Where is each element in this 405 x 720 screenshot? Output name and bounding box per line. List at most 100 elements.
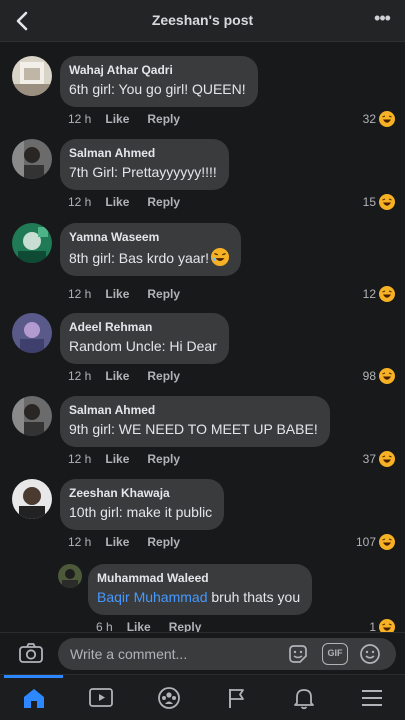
flag-icon xyxy=(228,689,244,708)
avatar[interactable] xyxy=(12,313,52,353)
reaction-count[interactable]: 98 xyxy=(363,368,395,384)
reaction-count[interactable]: 15 xyxy=(363,194,395,210)
like-button[interactable]: Like xyxy=(105,195,129,209)
haha-emoji-icon xyxy=(379,111,395,127)
avatar[interactable] xyxy=(12,479,52,519)
emoji-icon[interactable] xyxy=(358,642,382,666)
reaction-count[interactable]: 107 xyxy=(356,534,395,550)
reply-button[interactable]: Reply xyxy=(147,452,180,466)
avatar[interactable] xyxy=(12,396,52,436)
hamburger-menu-icon xyxy=(361,690,382,706)
comment-composer: GIF xyxy=(0,632,405,674)
nav-groups[interactable] xyxy=(135,675,202,720)
comment-bubble[interactable]: Yamna Waseem 8th girl: Bas krdo yaar! xyxy=(60,223,242,276)
haha-emoji-icon xyxy=(379,619,395,632)
gif-icon[interactable]: GIF xyxy=(322,643,348,665)
reaction-count-value: 98 xyxy=(362,369,376,383)
comment-time: 12 h xyxy=(68,369,92,383)
reply-button[interactable]: Reply xyxy=(169,620,202,632)
comment-actions: 12 h Like Reply xyxy=(68,112,198,126)
page-title: Zeeshan's post xyxy=(151,12,254,28)
home-icon xyxy=(23,689,44,708)
comment-actions: 12 h Like Reply xyxy=(68,535,198,549)
mention-link[interactable]: Baqir Muhammad xyxy=(97,589,208,605)
comment-list: Wahaj Athar Qadri 6th girl: You go girl!… xyxy=(0,42,405,632)
like-button[interactable]: Like xyxy=(105,369,129,383)
reaction-count-value: 12 xyxy=(362,287,376,301)
reaction-count[interactable]: 32 xyxy=(363,111,395,127)
haha-emoji-icon xyxy=(379,534,395,550)
comment-actions: 12 h Like Reply xyxy=(68,369,198,383)
comment-actions: 12 h Like Reply xyxy=(68,287,198,301)
comment-time: 12 h xyxy=(68,452,92,466)
comment-time: 12 h xyxy=(68,112,92,126)
haha-emoji-icon xyxy=(379,451,395,467)
reply-time: 6 h xyxy=(96,620,113,632)
comment-time: 12 h xyxy=(68,287,92,301)
avatar[interactable] xyxy=(58,564,82,588)
comment-author[interactable]: Wahaj Athar Qadri xyxy=(69,63,246,77)
comment-author[interactable]: Salman Ahmed xyxy=(69,146,217,160)
comment-text: 9th girl: WE NEED TO MEET UP BABE! xyxy=(69,421,318,437)
reply-button[interactable]: Reply xyxy=(147,535,180,549)
comment-text: Random Uncle: Hi Dear xyxy=(69,338,217,354)
comment-input[interactable] xyxy=(70,638,270,670)
reaction-count-value: 32 xyxy=(362,112,376,126)
comment-author[interactable]: Zeeshan Khawaja xyxy=(69,486,212,500)
comment-text: 6th girl: You go girl! QUEEN! xyxy=(69,81,246,97)
more-options-icon[interactable]: ••• xyxy=(369,9,395,30)
comment-text: 10th girl: make it public xyxy=(69,504,213,520)
header-bar: Zeeshan's post ••• xyxy=(0,0,405,42)
nav-watch[interactable] xyxy=(67,675,134,720)
reaction-count[interactable]: 12 xyxy=(363,286,395,302)
comment-bubble[interactable]: Salman Ahmed 7th Girl: Prettayyyyyy!!!! xyxy=(60,139,229,190)
reply-actions: 6 h Like Reply xyxy=(96,620,219,632)
nav-home[interactable] xyxy=(0,675,67,720)
reply-bubble[interactable]: Muhammad Waleed Baqir Muhammad bruh that… xyxy=(88,564,313,615)
reply-text: bruh thats you xyxy=(207,589,301,605)
like-button[interactable]: Like xyxy=(127,620,151,632)
video-icon xyxy=(88,688,113,707)
nav-pages[interactable] xyxy=(202,675,269,720)
reply-button[interactable]: Reply xyxy=(147,287,180,301)
comment-text-line: 8th girl: Bas krdo yaar! xyxy=(69,248,230,266)
reply-author[interactable]: Muhammad Waleed xyxy=(97,571,300,585)
comment-text: 8th girl: Bas krdo yaar! xyxy=(69,250,210,266)
comment-bubble[interactable]: Wahaj Athar Qadri 6th girl: You go girl!… xyxy=(60,56,258,107)
avatar[interactable] xyxy=(12,223,52,263)
reaction-count-value: 15 xyxy=(362,195,376,209)
reply-button[interactable]: Reply xyxy=(147,369,180,383)
nav-menu[interactable] xyxy=(338,675,405,720)
reply-button[interactable]: Reply xyxy=(147,195,180,209)
comment-author[interactable]: Yamna Waseem xyxy=(69,230,229,244)
reaction-count[interactable]: 1 xyxy=(369,619,395,632)
camera-icon[interactable] xyxy=(18,641,44,665)
groups-icon xyxy=(157,687,180,709)
comment-input-pill[interactable]: GIF xyxy=(58,638,396,670)
like-button[interactable]: Like xyxy=(105,287,129,301)
reaction-count[interactable]: 37 xyxy=(363,451,395,467)
reply-button[interactable]: Reply xyxy=(147,112,180,126)
like-button[interactable]: Like xyxy=(105,535,129,549)
laughing-emoji-icon xyxy=(211,248,230,266)
comment-text: 7th Girl: Prettayyyyyy!!!! xyxy=(69,164,217,180)
nav-notifications[interactable] xyxy=(270,675,337,720)
avatar[interactable] xyxy=(12,56,52,96)
comment-actions: 12 h Like Reply xyxy=(68,452,198,466)
avatar[interactable] xyxy=(12,139,52,179)
sticker-icon[interactable] xyxy=(286,642,310,666)
comment-bubble[interactable]: Zeeshan Khawaja 10th girl: make it publi… xyxy=(60,479,225,530)
haha-emoji-icon xyxy=(379,368,395,384)
comment-author[interactable]: Adeel Rehman xyxy=(69,320,217,334)
comment-bubble[interactable]: Salman Ahmed 9th girl: WE NEED TO MEET U… xyxy=(60,396,330,447)
reply-text-line: Baqir Muhammad bruh thats you xyxy=(97,589,300,605)
like-button[interactable]: Like xyxy=(105,112,129,126)
bottom-nav xyxy=(0,674,405,720)
comment-actions: 12 h Like Reply xyxy=(68,195,198,209)
comment-author[interactable]: Salman Ahmed xyxy=(69,403,318,417)
like-button[interactable]: Like xyxy=(105,452,129,466)
reaction-count-value: 107 xyxy=(355,535,376,549)
comment-bubble[interactable]: Adeel Rehman Random Uncle: Hi Dear xyxy=(60,313,229,364)
comment-time: 12 h xyxy=(68,195,92,209)
reaction-count-value: 37 xyxy=(362,452,376,466)
